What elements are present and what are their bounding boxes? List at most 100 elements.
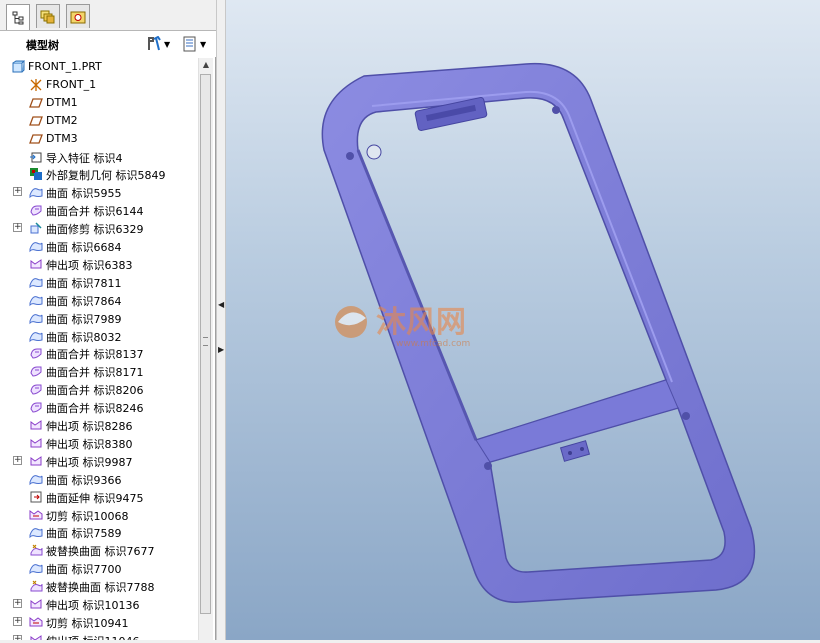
- tree-item-label: FRONT_1: [46, 77, 97, 91]
- protrusion-icon: [29, 597, 43, 611]
- tree-item[interactable]: 伸出项 标识8380: [0, 434, 198, 452]
- protrusion-icon: [29, 633, 43, 640]
- tree-item-label: 曲面 标识7700: [46, 563, 122, 577]
- tree-item[interactable]: FRONT_1.PRT: [0, 58, 198, 76]
- expand-plus-icon[interactable]: +: [13, 455, 22, 465]
- tree-item-label: 被替换曲面 标识7788: [46, 581, 155, 595]
- surface-extend-icon: [29, 490, 43, 504]
- tree-item[interactable]: 被替换曲面 标识7677: [0, 541, 198, 559]
- tree-item-label: FRONT_1.PRT: [28, 60, 102, 73]
- tree-item[interactable]: 曲面 标识6684: [0, 237, 198, 255]
- tree-item[interactable]: 被替换曲面 标识7788: [0, 577, 198, 595]
- tree-item[interactable]: FRONT_1: [0, 76, 198, 94]
- tree-item[interactable]: 曲面 标识7811: [0, 273, 198, 291]
- show-options-button[interactable]: ▼: [182, 35, 206, 53]
- tree-item[interactable]: 曲面合并 标识8206: [0, 380, 198, 398]
- tree-item-label: DTM1: [46, 95, 78, 109]
- surface-merge-icon: [29, 364, 43, 378]
- scroll-up-arrow-icon[interactable]: ▲: [199, 58, 213, 72]
- surface-icon: [29, 239, 43, 253]
- expand-plus-icon[interactable]: +: [13, 223, 22, 233]
- tree-item-label: 切剪 标识10068: [46, 509, 129, 523]
- tools-icon: [148, 36, 161, 51]
- tree-item[interactable]: + 伸出项 标识9987: [0, 452, 198, 470]
- tree-item-label: 曲面合并 标识8246: [46, 402, 144, 416]
- tree-item[interactable]: 切剪 标识10068: [0, 506, 198, 524]
- tree-item-label: 伸出项 标识8286: [46, 420, 133, 433]
- watermark-url: www.mfcad.com: [396, 339, 470, 349]
- tree-item[interactable]: 曲面合并 标识8246: [0, 398, 198, 416]
- tree-item-label: 曲面修剪 标识6329: [46, 223, 144, 237]
- surface-icon: [29, 311, 43, 325]
- tree-item[interactable]: 曲面 标识8032: [0, 327, 198, 345]
- tree-item-label: 伸出项 标识10136: [46, 599, 140, 612]
- tree-item-label: 切剪 标识10941: [46, 616, 129, 630]
- protrusion-icon: [29, 257, 43, 271]
- surface-merge-icon: [29, 382, 43, 396]
- surface-icon: [29, 561, 43, 575]
- folder-star-icon: [70, 11, 86, 23]
- tree-item[interactable]: 曲面 标识7589: [0, 523, 198, 541]
- layers-icon: [40, 10, 55, 23]
- surface-merge-icon: [29, 203, 43, 217]
- grip-icon: [203, 337, 208, 346]
- layers-tab[interactable]: [36, 4, 60, 28]
- tree-item[interactable]: 曲面延伸 标识9475: [0, 488, 198, 506]
- replaced-surface-icon: [29, 579, 43, 593]
- protrusion-icon: [29, 436, 43, 450]
- tree-item[interactable]: + 切剪 标识10941: [0, 613, 198, 631]
- tree-item[interactable]: 曲面 标识9366: [0, 470, 198, 488]
- tree-item[interactable]: + 伸出项 标识10136: [0, 595, 198, 613]
- list-settings-icon: [183, 36, 196, 52]
- tree-item[interactable]: + 伸出项 标识11046: [0, 631, 198, 640]
- model-tree-tab[interactable]: [6, 4, 30, 30]
- tree-item[interactable]: 伸出项 标识6383: [0, 255, 198, 273]
- tree-scrollbar[interactable]: ▲: [198, 58, 213, 640]
- expand-plus-icon[interactable]: +: [13, 599, 22, 608]
- tree-item-label: 曲面 标识7589: [46, 527, 122, 541]
- expand-plus-icon[interactable]: +: [13, 634, 22, 640]
- tree-item[interactable]: DTM3: [0, 130, 198, 148]
- surface-trim-icon: [29, 221, 43, 235]
- tree-item[interactable]: 曲面 标识7864: [0, 291, 198, 309]
- tree-item[interactable]: + 曲面修剪 标识6329: [0, 219, 198, 237]
- tree-item[interactable]: 伸出项 标识8286: [0, 416, 198, 434]
- tree-item-label: 外部复制几何 标识5849: [46, 169, 166, 183]
- tree-item-label: 曲面 标识7989: [46, 312, 122, 326]
- tree-item[interactable]: 曲面合并 标识8137: [0, 344, 198, 362]
- tree-item-label: 曲面 标识7864: [46, 294, 122, 308]
- collapse-left-arrow-icon[interactable]: ◀: [218, 300, 224, 309]
- tree-item[interactable]: 曲面合并 标识6144: [0, 201, 198, 219]
- tree-item[interactable]: 曲面 标识7700: [0, 559, 198, 577]
- protrusion-icon: [29, 454, 43, 468]
- tree-item-label: DTM3: [46, 131, 78, 145]
- surface-merge-icon: [29, 400, 43, 414]
- tree-item-label: 曲面合并 标识8171: [46, 366, 144, 380]
- tree-item-label: 曲面延伸 标识9475: [46, 491, 144, 505]
- tree-item[interactable]: 导入特征 标识4: [0, 148, 198, 166]
- expand-plus-icon[interactable]: +: [13, 187, 22, 197]
- tree-item[interactable]: 外部复制几何 标识5849: [0, 165, 198, 183]
- scrollbar-thumb[interactable]: [200, 74, 211, 614]
- settings-tools-button[interactable]: ▼: [146, 35, 170, 53]
- part-icon: [11, 60, 26, 74]
- expand-right-arrow-icon[interactable]: ▶: [218, 345, 224, 354]
- model-tree: FRONT_1.PRT FRONT_1 DTM1 DTM2 DTM3 导入特征 标识4 外部…: [0, 58, 198, 640]
- favorites-tab[interactable]: [66, 4, 90, 28]
- tree-item[interactable]: + 曲面 标识5955: [0, 183, 198, 201]
- panel-splitter[interactable]: ◀ ▶: [216, 0, 226, 640]
- chevron-down-icon: ▼: [200, 39, 207, 49]
- tree-icon: [12, 11, 24, 24]
- tree-item-label: 导入特征 标识4: [46, 151, 123, 165]
- tree-item-label: 曲面合并 标识8206: [46, 384, 144, 398]
- tree-item[interactable]: 曲面合并 标识8171: [0, 362, 198, 380]
- graphics-viewport[interactable]: 沐风网 www.mfcad.com: [226, 0, 820, 640]
- tree-item[interactable]: DTM2: [0, 112, 198, 130]
- datum-plane-icon: [29, 132, 43, 146]
- model-tree-title: 模型树: [26, 39, 59, 52]
- tree-item[interactable]: 曲面 标识7989: [0, 309, 198, 327]
- surface-icon: [29, 185, 43, 199]
- coordinate-system-icon: [29, 78, 43, 92]
- tree-item[interactable]: DTM1: [0, 94, 198, 112]
- expand-plus-icon[interactable]: +: [13, 616, 22, 626]
